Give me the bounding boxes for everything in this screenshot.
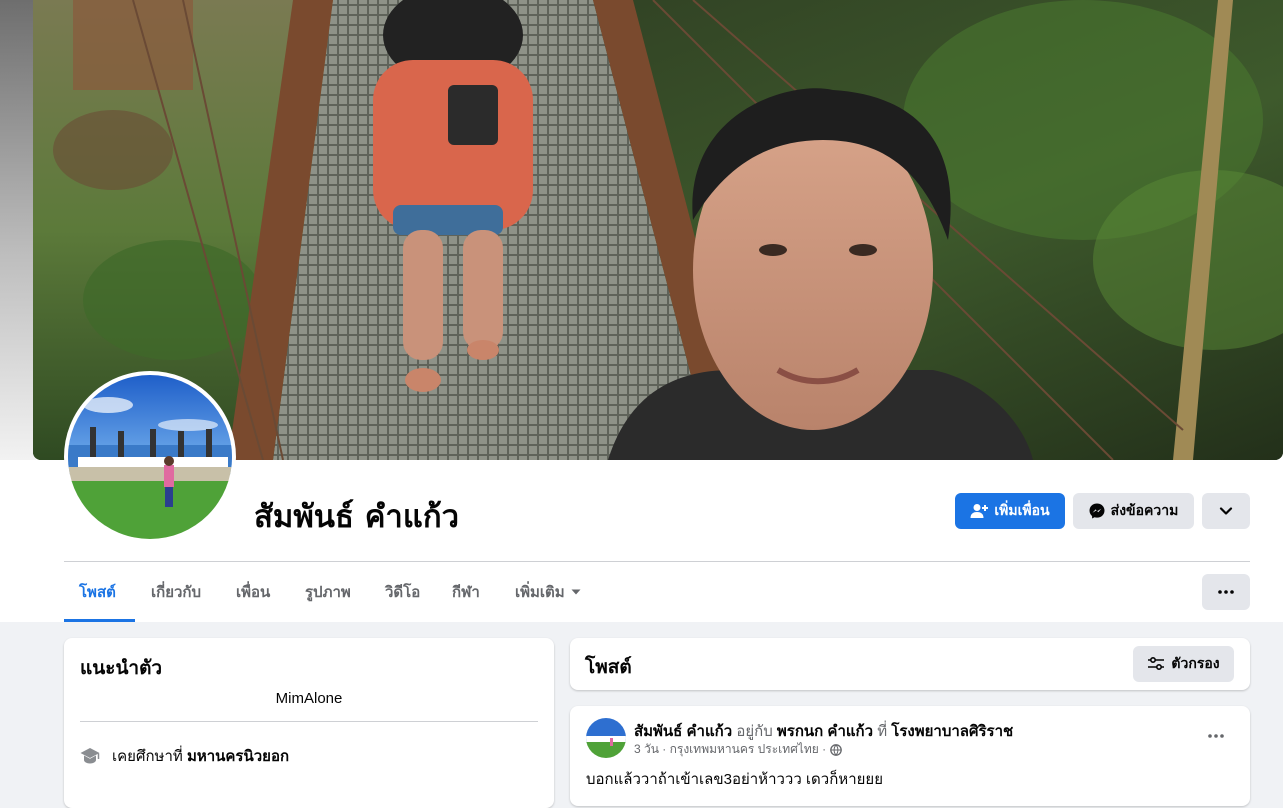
active-tab-indicator [64,619,135,622]
graduation-cap-icon [80,748,100,764]
post-text: บอกแล้ววาถ้าเข้าเลข3อย่าห้าววว เดวก็หายย… [586,771,883,788]
tabs-more-options-button[interactable] [1202,574,1250,610]
tab-label: เกี่ยวกับ [151,583,202,601]
filter-sliders-icon [1148,657,1165,671]
post-meta-text[interactable]: 3 วัน · กรุงเทพมหานคร ประเทศไทย · [634,740,826,759]
messenger-icon [1089,503,1105,519]
post-author-avatar-image [586,718,626,758]
profile-name: สัมพันธ์ คำแก้ว [254,499,459,535]
profile-avatar[interactable] [64,371,236,543]
tab-label: เพิ่มเติม [515,583,565,601]
post-more-options-button[interactable] [1200,724,1232,748]
message-button[interactable]: ส่งข้อความ [1073,493,1194,529]
post-meta: 3 วัน · กรุงเทพมหานคร ประเทศไทย · [634,740,842,759]
tab-about[interactable]: เกี่ยวกับ [151,562,201,622]
posts-title: โพสต์ [585,656,632,678]
filter-button[interactable]: ตัวกรอง [1133,646,1234,682]
tab-more[interactable]: เพิ่มเติม [515,562,581,622]
message-label: ส่งข้อความ [1110,503,1179,519]
tab-friends[interactable]: เพื่อน [236,562,270,622]
filter-label: ตัวกรอง [1171,656,1220,672]
post-at-word: ที่ [877,723,888,740]
post-place-link[interactable]: โรงพยาบาลศิริราช [891,723,1013,740]
caret-down-icon [571,589,581,595]
tab-label: วิดีโอ [385,583,421,601]
posts-header-card: โพสต์ ตัวกรอง [570,638,1250,690]
chevron-down-icon [1219,507,1233,515]
cover-edge-shadow [0,0,36,460]
profile-more-button[interactable] [1202,493,1250,529]
tab-label: รูปภาพ [305,583,351,601]
cover-photo-image [33,0,1283,460]
add-person-icon [970,504,989,518]
post-card: สัมพันธ์ คำแก้ว อยู่กับ พรกนก คำแก้ว ที่… [570,706,1250,806]
profile-avatar-image [68,375,232,539]
add-friend-button[interactable]: เพิ่มเพื่อน [955,493,1065,529]
intro-education-row: เคยศึกษาที่ มหานครนิวยอก [80,744,289,768]
tab-photos[interactable]: รูปภาพ [305,562,351,622]
globe-icon [830,743,842,756]
intro-title: แนะนำตัว [80,657,163,679]
tab-label: เพื่อน [236,583,271,601]
post-author-avatar[interactable] [586,718,626,758]
intro-divider [80,721,538,722]
intro-bio: MimAlone [275,690,343,707]
post-author-link[interactable]: สัมพันธ์ คำแก้ว [634,723,732,740]
tab-label: กีฬา [452,583,480,601]
more-horizontal-icon [1218,590,1234,594]
tab-sports[interactable]: กีฬา [452,562,480,622]
education-place-link[interactable]: มหานครนิวยอก [187,748,289,765]
education-prefix: เคยศึกษาที่ [112,748,183,765]
tab-label: โพสต์ [79,583,116,601]
tab-posts[interactable]: โพสต์ [79,562,116,622]
cover-photo[interactable] [33,0,1283,460]
tab-videos[interactable]: วิดีโอ [385,562,420,622]
more-horizontal-icon [1208,734,1224,738]
add-friend-label: เพิ่มเพื่อน [994,503,1050,519]
intro-card: แนะนำตัว MimAlone เคยศึกษาที่ มหานครนิวย… [64,638,554,808]
post-with-word: อยู่กับ [736,723,773,740]
post-tagged-link[interactable]: พรกนก คำแก้ว [777,723,873,740]
